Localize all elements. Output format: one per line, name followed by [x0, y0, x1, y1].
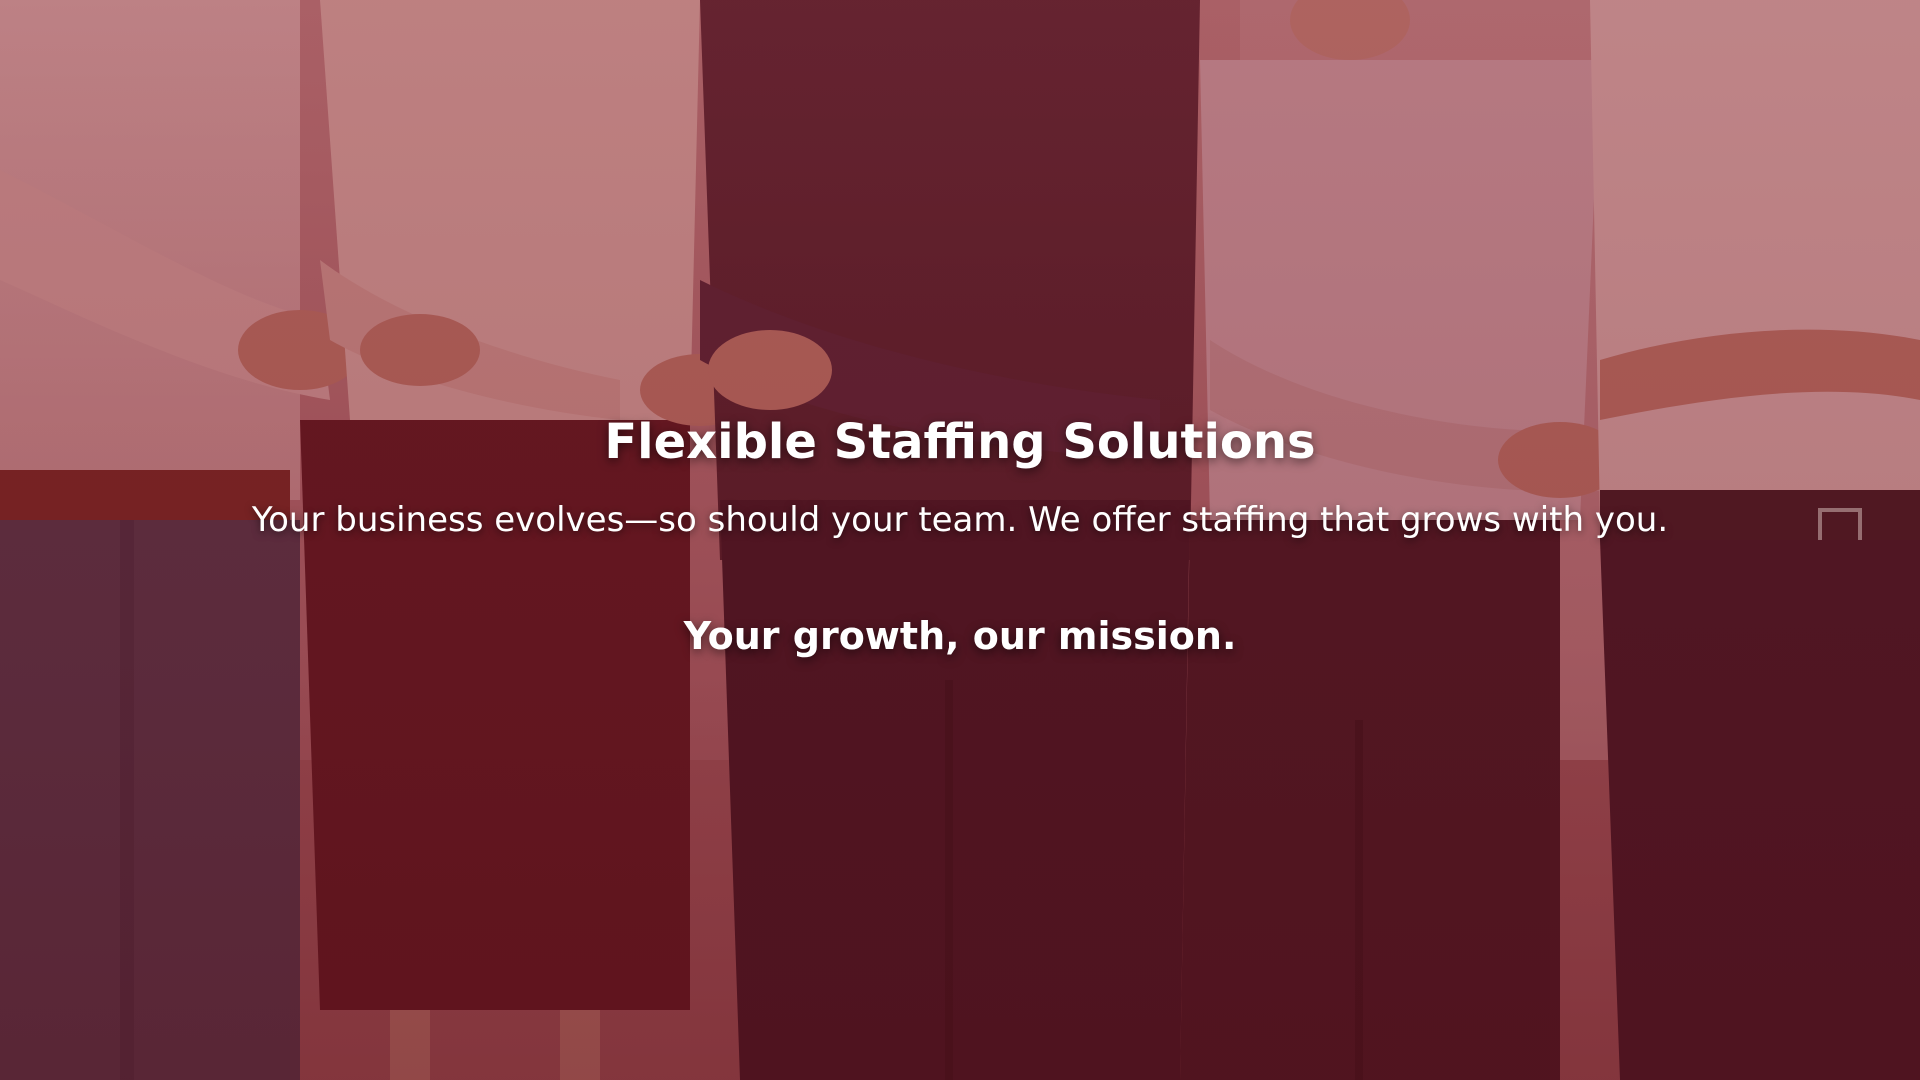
hero-title: Flexible Staffing Solutions	[604, 414, 1316, 470]
hero-tagline: Your growth, our mission.	[683, 614, 1237, 658]
hero-section: Flexible Staffing Solutions Your busines…	[0, 0, 1920, 1080]
hero-content: Flexible Staffing Solutions Your busines…	[0, 0, 1920, 1080]
hero-subtitle: Your business evolves—so should your tea…	[251, 500, 1669, 540]
